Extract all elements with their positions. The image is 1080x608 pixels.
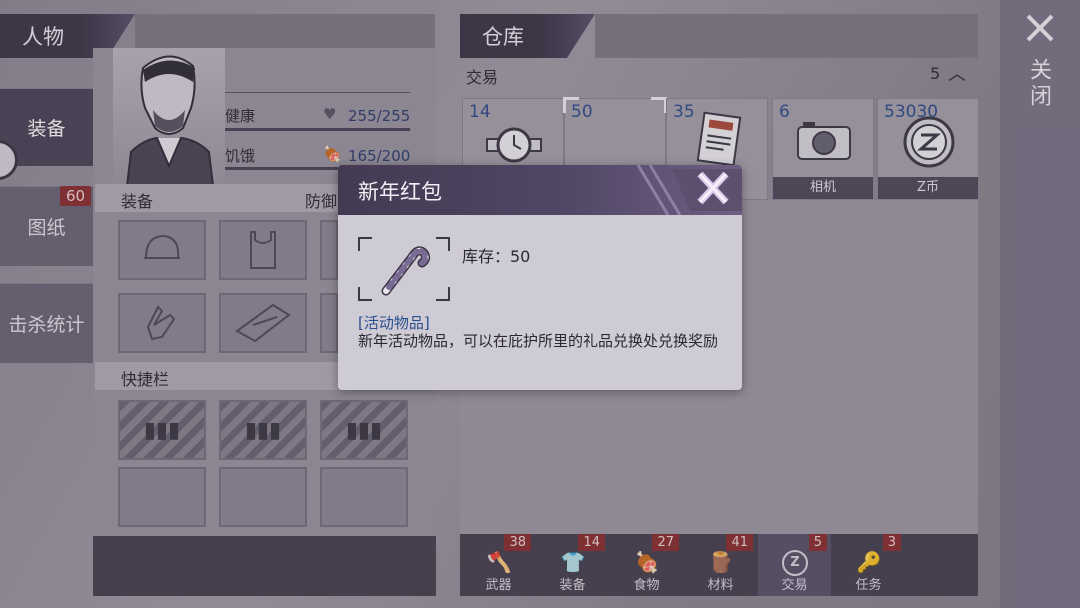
popup-item-icon-frame	[358, 237, 450, 301]
popup-header: 新年红包	[338, 165, 742, 215]
candy-cane-icon	[381, 246, 431, 296]
popup-close-button[interactable]	[692, 170, 734, 206]
popup-stock: 库存：50	[462, 247, 531, 266]
popup-title: 新年红包	[358, 180, 442, 204]
popup-item-category: [活动物品]	[358, 314, 430, 332]
popup-item-description: 新年活动物品，可以在庇护所里的礼品兑换处兑换奖励	[358, 332, 719, 350]
close-icon	[697, 171, 729, 205]
